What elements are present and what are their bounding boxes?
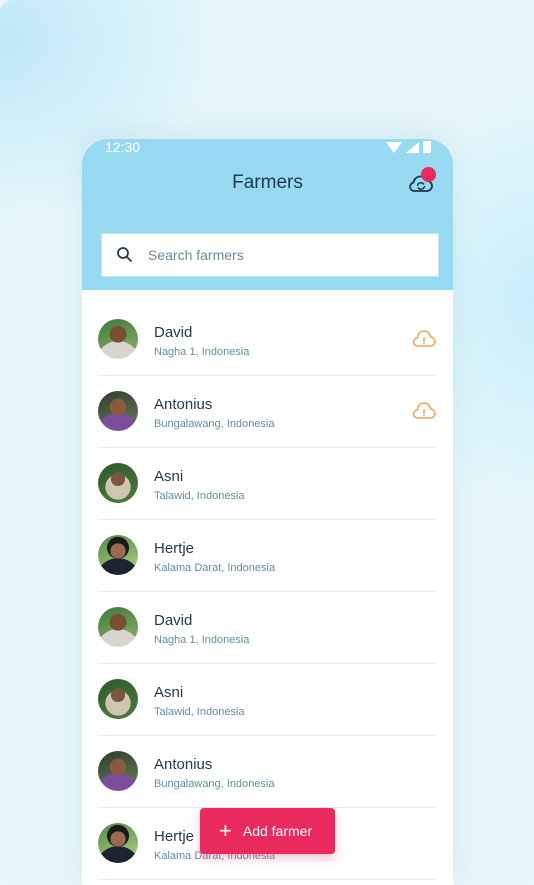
- farmer-name: Asni: [154, 468, 184, 485]
- cloud-warning-icon[interactable]: [412, 329, 436, 349]
- status-icons: [386, 141, 431, 153]
- avatar: [98, 535, 138, 575]
- add-farmer-button[interactable]: + Add farmer: [200, 808, 335, 854]
- farmer-row[interactable]: David Nagha 1, Indonesia: [98, 592, 436, 664]
- farmer-row[interactable]: Asni Talawid, Indonesia: [98, 448, 436, 520]
- wifi-icon: [386, 141, 402, 153]
- farmer-location: Nagha 1, Indonesia: [154, 634, 250, 646]
- search-input[interactable]: [146, 246, 410, 264]
- add-farmer-label: Add farmer: [242, 823, 313, 839]
- avatar: [98, 823, 138, 863]
- status-time: 12:30: [105, 139, 141, 155]
- page-title: Farmers: [232, 172, 303, 193]
- farmer-name: Hertje: [154, 828, 195, 845]
- avatar: [98, 391, 138, 431]
- farmer-name: Hertje: [154, 540, 195, 557]
- farmer-location: Bungalawang, Indonesia: [154, 418, 275, 430]
- search-icon: [117, 247, 132, 262]
- avatar: [98, 319, 138, 359]
- farmer-name: Antonius: [154, 756, 213, 773]
- plus-icon: +: [219, 818, 232, 843]
- farmer-row[interactable]: Antonius Bungalawang, Indonesia: [98, 736, 436, 808]
- farmer-list: David Nagha 1, Indonesia Antonius Bungalawa…: [98, 304, 436, 880]
- battery-icon: [423, 141, 431, 153]
- farmer-name: Antonius: [154, 396, 213, 413]
- avatar: [98, 607, 138, 647]
- farmer-location: Talawid, Indonesia: [154, 490, 245, 502]
- avatar: [98, 751, 138, 791]
- farmer-location: Bungalawang, Indonesia: [154, 778, 275, 790]
- phone-screen: 12:30 Farmers David Nagha 1, Indonesia Ant…: [82, 139, 453, 885]
- signal-icon: [406, 141, 419, 153]
- farmer-name: David: [154, 324, 193, 341]
- cloud-warning-icon[interactable]: [412, 401, 436, 421]
- farmer-location: Talawid, Indonesia: [154, 706, 245, 718]
- avatar: [98, 463, 138, 503]
- farmer-row[interactable]: Antonius Bungalawang, Indonesia: [98, 376, 436, 448]
- farmer-row[interactable]: David Nagha 1, Indonesia: [98, 304, 436, 376]
- farmer-location: Kalama Darat, Indonesia: [154, 562, 276, 574]
- farmer-name: David: [154, 612, 193, 629]
- notification-badge: [421, 167, 436, 182]
- app-header: 12:30 Farmers: [82, 139, 453, 290]
- farmer-row[interactable]: Asni Talawid, Indonesia: [98, 664, 436, 736]
- avatar: [98, 679, 138, 719]
- search-bar[interactable]: [101, 233, 439, 277]
- farmer-location: Nagha 1, Indonesia: [154, 346, 250, 358]
- farmer-row[interactable]: Hertje Kalama Darat, Indonesia: [98, 520, 436, 592]
- farmer-name: Asni: [154, 684, 184, 701]
